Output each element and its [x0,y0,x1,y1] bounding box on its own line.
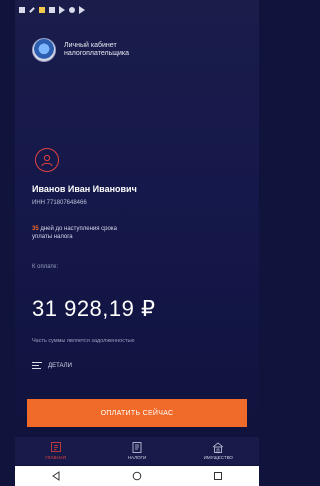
home-circle-icon [132,471,142,481]
deadline-text: дней до наступления срока [38,226,117,232]
app-title-line1: Личный кабинет [64,42,117,49]
user-name: Иванов Иван Иванович [32,184,137,194]
message-icon [49,7,55,13]
record-icon [69,7,75,13]
tab-home[interactable]: ГЛАВНАЯ [26,442,86,460]
recents-square-icon [214,472,223,480]
play-icon [59,6,65,14]
edit-icon [29,7,35,13]
tab-property-label: ИМУЩЕСТВО [203,455,233,460]
deadline-days: 35 [32,226,39,232]
list-icon [32,362,42,369]
deadline-info: 35 дней до наступления срока уплаты нало… [32,225,182,241]
app-title: Личный кабинет налогоплательщика [64,42,129,58]
tab-taxes-label: НАЛОГИ [127,455,147,460]
deadline-text-2: уплаты налога [32,234,73,240]
app-title-line2: налогоплательщика [64,50,130,57]
user-avatar-icon[interactable] [35,148,59,172]
back-triangle-icon [51,471,60,481]
tab-home-label: ГЛАВНАЯ [45,455,66,460]
notification-icon [19,7,25,13]
recents-button[interactable] [210,468,226,484]
send-icon [79,6,85,14]
tab-property[interactable]: ИМУЩЕСТВО [188,442,248,460]
property-icon [213,442,224,453]
system-nav-bar [15,466,259,486]
pay-now-button[interactable]: ОПЛАТИТЬ СЕЙЧАС [27,399,247,427]
bottom-tab-bar: ГЛАВНАЯ НАЛОГИ ИМУЩЕСТВО [15,437,259,465]
debt-note: Часть суммы является задолженностью [32,338,135,344]
user-inn: ИНН 771807648466 [32,200,87,206]
home-icon [50,442,61,452]
tab-taxes[interactable]: НАЛОГИ [107,442,167,460]
file-icon [39,7,45,13]
back-button[interactable] [48,468,64,484]
details-button[interactable]: ДЕТАЛИ [32,362,72,369]
app-screen: Личный кабинет налогоплательщика Иванов … [15,0,259,486]
fns-logo-icon [32,38,56,62]
status-bar [15,0,259,20]
amount-due-value: 31 928,19 ₽ [32,296,156,321]
home-button[interactable] [129,468,145,484]
details-label: ДЕТАЛИ [48,362,72,369]
taxes-icon [132,442,142,453]
app-header: Личный кабинет налогоплательщика [32,38,129,62]
amount-due-label: К оплате: [32,264,59,270]
